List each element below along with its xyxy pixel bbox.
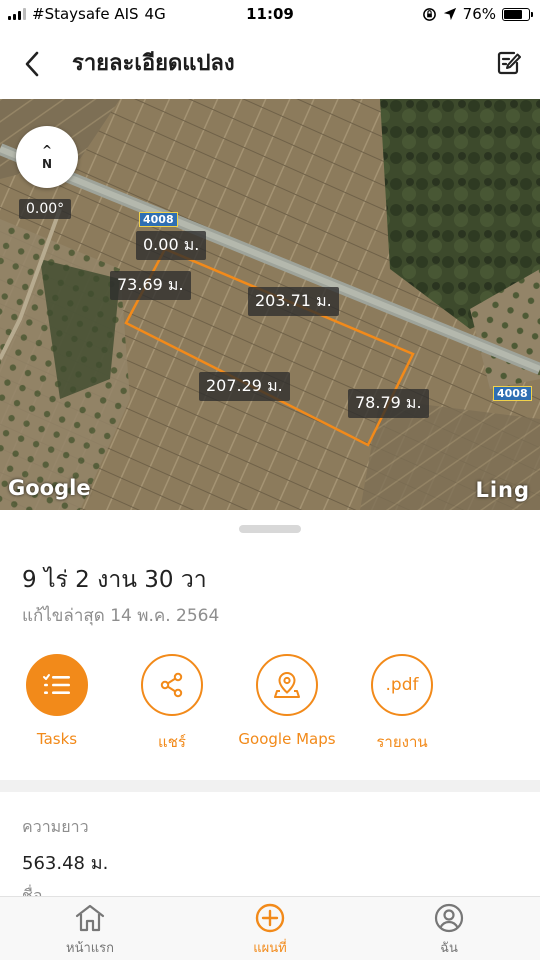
edge-length-label: 203.71 ม. [248, 287, 339, 316]
nav-profile[interactable]: ฉัน [394, 903, 504, 958]
compass-button[interactable]: ^ N [16, 126, 78, 188]
nav-label: แผนที่ [253, 941, 287, 956]
action-label: Google Maps [238, 730, 336, 748]
action-label: รายงาน [376, 733, 428, 751]
map-rotation-label: 0.00° [19, 199, 72, 219]
add-circle-icon [255, 903, 285, 933]
road-sign-label: 4008 [139, 212, 178, 227]
road-sign-label: 4008 [493, 386, 532, 401]
edge-length-label: 0.00 ม. [136, 231, 207, 260]
edit-note-icon [497, 51, 521, 75]
compass-north-label: N [41, 157, 53, 171]
orientation-lock-icon [422, 7, 436, 21]
action-label: แชร์ [158, 733, 186, 751]
map-pin-icon [274, 671, 300, 698]
back-arrow-icon [25, 51, 39, 77]
last-edited-date: แก้ไขล่าสุด 14 พ.ค. 2564 [22, 606, 220, 626]
nav-label: หน้าแรก [66, 941, 114, 956]
section-divider [0, 780, 540, 792]
bottom-navigation: หน้าแรก แผนที่ ฉัน [0, 896, 540, 960]
length-value: 563.48 ม. [22, 853, 109, 874]
nav-home[interactable]: หน้าแรก [35, 903, 145, 958]
edit-button[interactable] [492, 46, 526, 80]
home-icon [75, 904, 105, 932]
nav-label: ฉัน [440, 941, 458, 956]
report-circle: .pdf [371, 654, 433, 716]
nav-map[interactable]: แผนที่ [215, 903, 325, 958]
drag-handle[interactable] [239, 525, 301, 533]
action-bar: Tasks แชร์ Google Maps .pdf รายงาน [0, 654, 540, 764]
google-maps-circle [256, 654, 318, 716]
share-icon [160, 672, 183, 698]
pdf-icon: .pdf [385, 675, 419, 695]
plot-area: 9 ไร่ 2 งาน 30 วา [22, 567, 207, 593]
edge-length-label: 73.69 ม. [110, 271, 191, 300]
plot-detail-sheet: 9 ไร่ 2 งาน 30 วา แก้ไขล่าสุด 14 พ.ค. 25… [0, 510, 540, 896]
status-bar: #Staysafe AIS 4G 11:09 76% [0, 0, 540, 30]
edge-length-label: 207.29 ม. [199, 372, 290, 401]
battery-level [504, 9, 523, 19]
ling-logo: Ling [475, 478, 530, 502]
header: รายละเอียดแปลง [0, 30, 540, 98]
page-title: รายละเอียดแปลง [72, 51, 235, 76]
share-circle [141, 654, 203, 716]
back-button[interactable] [14, 48, 50, 80]
satellite-map[interactable]: ^ N 0.00° 4008 4008 0.00 ม. 73.69 ม. 203… [0, 99, 540, 510]
north-arrow-icon: ^ [41, 143, 53, 157]
google-logo: Google [8, 476, 91, 500]
report-button[interactable]: .pdf รายงาน [342, 654, 462, 754]
user-icon [434, 903, 464, 933]
action-label: Tasks [36, 730, 78, 748]
battery-icon [502, 7, 533, 21]
next-field-label: ชื่อ [22, 886, 43, 896]
status-right: 76% [422, 5, 533, 23]
location-arrow-icon [443, 7, 456, 21]
task-list-icon [43, 674, 70, 694]
google-maps-button[interactable]: Google Maps [227, 654, 347, 748]
edge-length-label: 78.79 ม. [348, 389, 429, 418]
share-button[interactable]: แชร์ [112, 654, 232, 754]
battery-percent: 76% [462, 5, 496, 23]
tasks-circle [26, 654, 88, 716]
length-label: ความยาว [22, 817, 89, 836]
tasks-button[interactable]: Tasks [0, 654, 117, 748]
